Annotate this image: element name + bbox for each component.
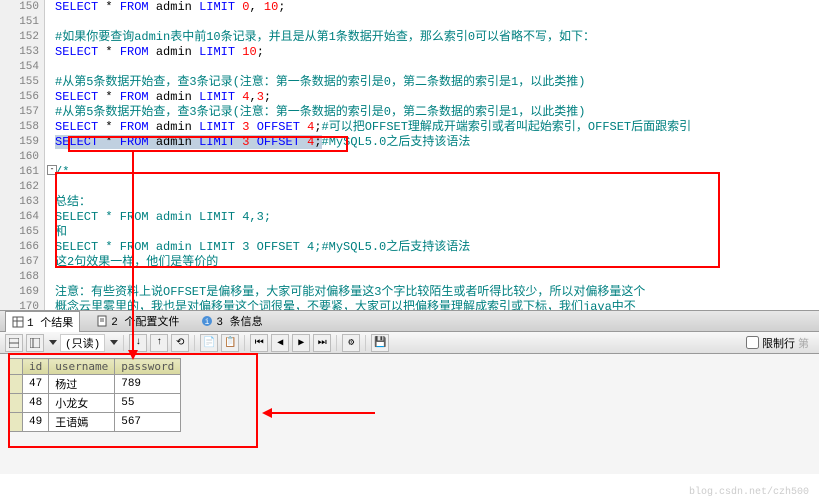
toolbar-refresh-button[interactable]: ⟲ xyxy=(171,334,189,352)
toolbar-sort-asc-button[interactable]: ↓ xyxy=(129,334,147,352)
watermark: blog.csdn.net/czh500 xyxy=(689,487,809,498)
info-icon: i xyxy=(201,315,213,327)
cell-username[interactable]: 小龙女 xyxy=(49,394,115,413)
toolbar-first-button[interactable]: ⏮ xyxy=(250,334,268,352)
cell-id[interactable]: 48 xyxy=(23,394,49,413)
toolbar-last-button[interactable]: ⏭ xyxy=(313,334,331,352)
cell-username[interactable]: 王语嫣 xyxy=(49,413,115,432)
cell-id[interactable]: 47 xyxy=(23,375,49,394)
limit-rows-checkbox[interactable] xyxy=(746,336,759,349)
tab-config-label: 2 个配置文件 xyxy=(111,313,179,329)
cell-password[interactable]: 567 xyxy=(115,413,181,432)
toolbar-copy-button[interactable]: 📋 xyxy=(221,334,239,352)
comment-line: 注意：有些资料上说OFFSET是偏移量，大家可能对偏移量这3个字比较陌生或者听得… xyxy=(55,285,645,299)
comment-line: SELECT * FROM admin LIMIT 3 OFFSET 4;#My… xyxy=(55,240,470,254)
toolbar-sort-desc-button[interactable]: ↑ xyxy=(150,334,168,352)
toolbar-export-button[interactable]: 📄 xyxy=(200,334,218,352)
results-grid-area: id username password 47 杨过 789 48 小龙女 55… xyxy=(0,354,819,474)
first-row-label: 第 xyxy=(798,335,809,351)
code-editor[interactable]: SELECT * FROM admin LIMIT 0, 10; #如果你要查询… xyxy=(45,0,819,310)
tab-results[interactable]: 1 个结果 xyxy=(5,311,80,332)
results-toolbar: (只读) ↓ ↑ ⟲ 📄 📋 ⏮ ◀ ▶ ⏭ ⚙ 💾 限制行 第 xyxy=(0,332,819,354)
limit-rows-label: 限制行 xyxy=(762,335,795,351)
table-header-row: id username password xyxy=(9,359,181,375)
comment-line: #如果你要查询admin表中前10条记录，并且是从第1条数据开始查，那么索引0可… xyxy=(55,30,595,44)
column-header-id[interactable]: id xyxy=(23,359,49,375)
dropdown-icon[interactable] xyxy=(110,340,118,345)
table-row[interactable]: 49 王语嫣 567 xyxy=(9,413,181,432)
toolbar-prev-button[interactable]: ◀ xyxy=(271,334,289,352)
svg-text:i: i xyxy=(205,318,210,327)
comment-inline: #MySQL5.0之后支持该语法 xyxy=(322,135,471,149)
row-selector[interactable] xyxy=(9,394,23,413)
cell-password[interactable]: 789 xyxy=(115,375,181,394)
comment-line: 概念云里雾里的，我也是对偏移量这个词很晕，不要紧，大家可以把偏移量理解成索引或下… xyxy=(55,300,636,310)
toolbar-grid-button[interactable] xyxy=(5,334,23,352)
table-row[interactable]: 47 杨过 789 xyxy=(9,375,181,394)
comment-summary-title: 总结： xyxy=(55,195,91,209)
tab-config[interactable]: 2 个配置文件 xyxy=(90,311,185,331)
row-selector[interactable] xyxy=(9,375,23,394)
comment-line: SELECT * FROM admin LIMIT 4,3; xyxy=(55,210,271,224)
results-tabs: 1 个结果 2 个配置文件 i 3 条信息 xyxy=(0,310,819,332)
grid-icon xyxy=(12,316,24,328)
comment-line: 和 xyxy=(55,225,67,239)
tab-info-label: 3 条信息 xyxy=(216,313,262,329)
document-icon xyxy=(96,315,108,327)
tab-results-label: 1 个结果 xyxy=(27,314,73,330)
toolbar-filter-button[interactable]: ⚙ xyxy=(342,334,360,352)
readonly-label: (只读) xyxy=(60,334,105,352)
toolbar-save-button[interactable]: 💾 xyxy=(371,334,389,352)
comment-line: #从第5条数据开始查，查3条记录(注意：第一条数据的索引是0，第二条数据的索引是… xyxy=(55,105,585,119)
comment-line: #从第5条数据开始查，查3条记录(注意：第一条数据的索引是0，第二条数据的索引是… xyxy=(55,75,585,89)
results-table[interactable]: id username password 47 杨过 789 48 小龙女 55… xyxy=(8,358,181,432)
cell-password[interactable]: 55 xyxy=(115,394,181,413)
row-selector[interactable] xyxy=(9,413,23,432)
tab-info[interactable]: i 3 条信息 xyxy=(195,311,268,331)
table-row[interactable]: 48 小龙女 55 xyxy=(9,394,181,413)
column-header-password[interactable]: password xyxy=(115,359,181,375)
cell-username[interactable]: 杨过 xyxy=(49,375,115,394)
dropdown-icon[interactable] xyxy=(49,340,57,345)
fold-icon[interactable]: - xyxy=(47,165,57,175)
toolbar-form-button[interactable] xyxy=(26,334,44,352)
comment-line: 这2句效果一样，他们是等价的 xyxy=(55,255,218,269)
line-number-gutter: 150151152153154 155156157158159 16016116… xyxy=(0,0,45,310)
corner-cell[interactable] xyxy=(9,359,23,375)
toolbar-next-button[interactable]: ▶ xyxy=(292,334,310,352)
column-header-username[interactable]: username xyxy=(49,359,115,375)
cell-id[interactable]: 49 xyxy=(23,413,49,432)
